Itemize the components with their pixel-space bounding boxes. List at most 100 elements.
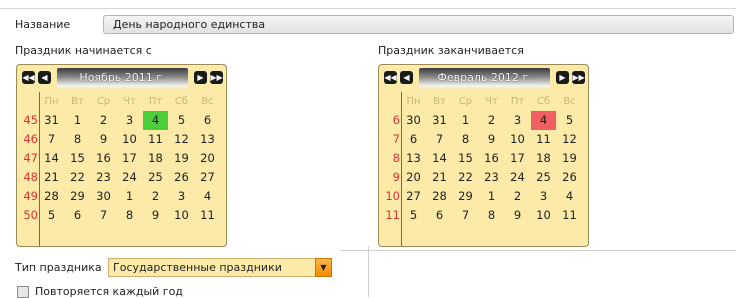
day-cell[interactable]: 6 <box>427 206 452 225</box>
day-cell[interactable]: 6 <box>195 111 220 130</box>
last-icon[interactable]: ▶▶ <box>210 71 223 84</box>
day-cell[interactable]: 3 <box>505 111 530 130</box>
day-cell[interactable]: 30 <box>91 187 116 206</box>
day-cell[interactable]: 12 <box>557 130 582 149</box>
day-cell[interactable]: 14 <box>427 149 452 168</box>
day-cell[interactable]: 1 <box>117 187 142 206</box>
day-cell[interactable]: 10 <box>505 130 530 149</box>
first-icon[interactable]: ◀◀ <box>384 71 397 84</box>
day-cell[interactable]: 16 <box>479 149 504 168</box>
day-cell[interactable]: 2 <box>505 187 530 206</box>
day-cell[interactable]: 21 <box>39 168 64 187</box>
day-cell[interactable]: 30 <box>401 111 426 130</box>
day-cell[interactable]: 9 <box>143 206 168 225</box>
prev-icon[interactable]: ◀ <box>400 71 413 84</box>
day-cell[interactable]: 22 <box>453 168 478 187</box>
selected-end-day[interactable]: 4 <box>531 111 556 130</box>
selected-start-day[interactable]: 4 <box>143 111 168 130</box>
day-cell[interactable]: 5 <box>39 206 64 225</box>
day-cell[interactable]: 9 <box>505 206 530 225</box>
day-cell[interactable]: 16 <box>91 149 116 168</box>
day-cell[interactable]: 8 <box>117 206 142 225</box>
day-cell[interactable]: 3 <box>531 187 556 206</box>
start-calendar[interactable]: ◀◀ ◀ Ноябрь 2011 г. ▶ ▶▶ Пн Вт Ср Чт Пт Сб Вс 4… <box>16 64 227 247</box>
day-cell[interactable]: 7 <box>453 206 478 225</box>
first-icon[interactable]: ◀◀ <box>22 71 35 84</box>
day-cell[interactable]: 11 <box>143 130 168 149</box>
name-field[interactable]: День народного единства <box>103 15 734 34</box>
start-label: Праздник начинается с <box>15 44 152 57</box>
day-cell[interactable]: 3 <box>169 187 194 206</box>
day-cell[interactable]: 9 <box>479 130 504 149</box>
day-cell[interactable]: 22 <box>65 168 90 187</box>
day-cell[interactable]: 29 <box>65 187 90 206</box>
end-calendar[interactable]: ◀◀ ◀ Февраль 2012 г. ▶ ▶▶ Пн Вт Ср Чт Пт Сб Вс… <box>378 64 589 247</box>
day-cell[interactable]: 26 <box>169 168 194 187</box>
day-cell[interactable]: 1 <box>479 187 504 206</box>
day-cell[interactable]: 7 <box>427 130 452 149</box>
day-cell[interactable]: 19 <box>169 149 194 168</box>
day-cell[interactable]: 6 <box>65 206 90 225</box>
day-cell[interactable]: 17 <box>505 149 530 168</box>
repeat-checkbox[interactable] <box>17 286 29 298</box>
day-cell[interactable]: 6 <box>401 130 426 149</box>
day-cell[interactable]: 8 <box>453 130 478 149</box>
day-cell[interactable]: 27 <box>401 187 426 206</box>
day-cell[interactable]: 14 <box>39 149 64 168</box>
next-icon[interactable]: ▶ <box>556 71 569 84</box>
day-cell[interactable]: 15 <box>453 149 478 168</box>
last-icon[interactable]: ▶▶ <box>572 71 585 84</box>
day-cell[interactable]: 11 <box>195 206 220 225</box>
day-cell[interactable]: 27 <box>195 168 220 187</box>
day-cell[interactable]: 2 <box>479 111 504 130</box>
day-cell[interactable]: 10 <box>531 206 556 225</box>
day-cell[interactable]: 2 <box>91 111 116 130</box>
day-cell[interactable]: 9 <box>91 130 116 149</box>
day-cell[interactable]: 3 <box>117 111 142 130</box>
day-cell[interactable]: 2 <box>143 187 168 206</box>
day-cell[interactable]: 28 <box>427 187 452 206</box>
day-cell[interactable]: 21 <box>427 168 452 187</box>
prev-icon[interactable]: ◀ <box>38 71 51 84</box>
type-select[interactable]: Государственные праздники <box>108 258 332 277</box>
day-cell[interactable]: 10 <box>169 206 194 225</box>
day-cell[interactable]: 15 <box>65 149 90 168</box>
day-cell[interactable]: 5 <box>169 111 194 130</box>
chevron-down-icon[interactable]: ▼ <box>315 258 332 277</box>
day-cell[interactable]: 31 <box>427 111 452 130</box>
day-cell[interactable]: 23 <box>91 168 116 187</box>
day-cell[interactable]: 29 <box>453 187 478 206</box>
day-cell[interactable]: 17 <box>117 149 142 168</box>
day-cell[interactable]: 26 <box>557 168 582 187</box>
day-cell[interactable]: 13 <box>195 130 220 149</box>
day-cell[interactable]: 8 <box>479 206 504 225</box>
day-cell[interactable]: 31 <box>39 111 64 130</box>
day-cell[interactable]: 20 <box>195 149 220 168</box>
day-cell[interactable]: 18 <box>531 149 556 168</box>
day-cell[interactable]: 12 <box>169 130 194 149</box>
next-icon[interactable]: ▶ <box>194 71 207 84</box>
day-cell[interactable]: 7 <box>39 130 64 149</box>
day-cell[interactable]: 4 <box>557 187 582 206</box>
day-cell[interactable]: 8 <box>65 130 90 149</box>
day-cell[interactable]: 10 <box>117 130 142 149</box>
day-cell[interactable]: 24 <box>117 168 142 187</box>
week-row: 10 27 28 29 1 2 3 4 <box>379 187 588 206</box>
day-cell[interactable]: 13 <box>401 149 426 168</box>
day-cell[interactable]: 28 <box>39 187 64 206</box>
day-cell[interactable]: 24 <box>505 168 530 187</box>
day-cell[interactable]: 25 <box>531 168 556 187</box>
day-cell[interactable]: 18 <box>143 149 168 168</box>
day-cell[interactable]: 5 <box>401 206 426 225</box>
day-cell[interactable]: 20 <box>401 168 426 187</box>
day-cell[interactable]: 7 <box>91 206 116 225</box>
day-cell[interactable]: 5 <box>557 111 582 130</box>
day-cell[interactable]: 19 <box>557 149 582 168</box>
day-cell[interactable]: 25 <box>143 168 168 187</box>
day-cell[interactable]: 4 <box>195 187 220 206</box>
day-cell[interactable]: 23 <box>479 168 504 187</box>
day-cell[interactable]: 1 <box>453 111 478 130</box>
day-cell[interactable]: 11 <box>557 206 582 225</box>
day-cell[interactable]: 11 <box>531 130 556 149</box>
day-cell[interactable]: 1 <box>65 111 90 130</box>
